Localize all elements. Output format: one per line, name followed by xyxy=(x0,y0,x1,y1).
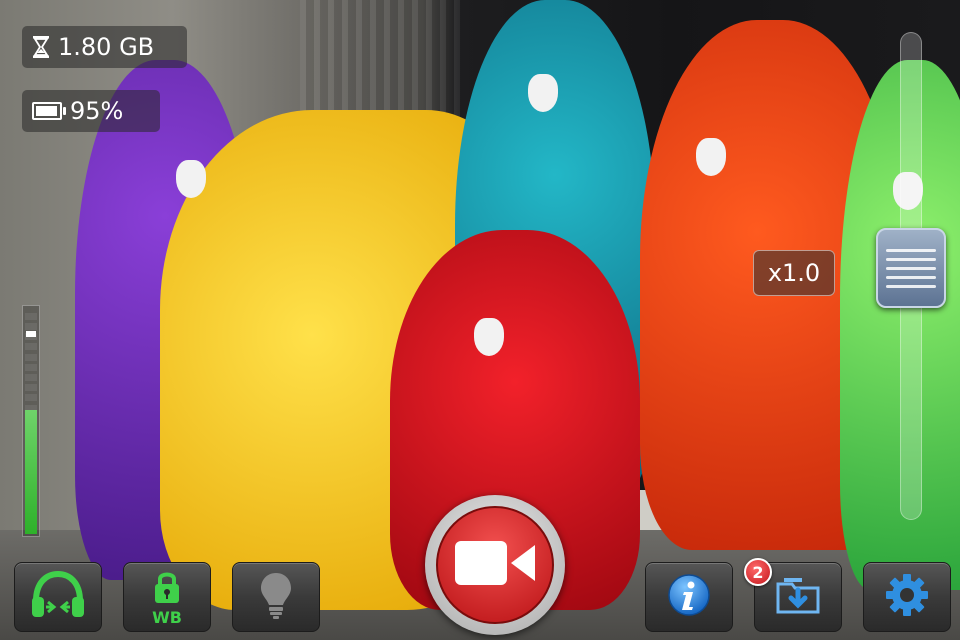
light-button[interactable] xyxy=(232,562,320,632)
info-icon xyxy=(667,573,711,621)
audio-peak-marker xyxy=(26,331,36,338)
gallery-count-badge: 2 xyxy=(744,558,772,586)
lock-icon xyxy=(152,569,182,609)
white-balance-lock-button[interactable]: WB xyxy=(123,562,211,632)
audio-meter-segment xyxy=(25,323,37,330)
thumb-grip-line xyxy=(886,266,936,270)
record-button-face xyxy=(436,506,554,624)
record-button[interactable] xyxy=(425,495,565,635)
audio-meter-segment xyxy=(25,384,37,392)
zoom-label: x1.0 xyxy=(753,250,835,296)
lightbulb-icon xyxy=(259,571,293,623)
hourglass-icon xyxy=(32,36,50,58)
mask xyxy=(474,318,504,356)
headphones-button[interactable] xyxy=(14,562,102,632)
info-button[interactable] xyxy=(645,562,733,632)
thumb-grip-line xyxy=(886,275,936,279)
audio-meter-segment xyxy=(25,363,37,371)
battery-text: 95% xyxy=(70,97,124,125)
headphones-icon xyxy=(28,569,88,625)
gear-icon xyxy=(884,572,930,622)
battery-indicator: 95% xyxy=(22,90,160,132)
mask xyxy=(696,138,726,176)
audio-level-fill xyxy=(25,409,37,534)
zoom-slider-thumb[interactable] xyxy=(876,228,946,308)
battery-fill xyxy=(36,106,57,116)
audio-meter-segment xyxy=(25,394,37,402)
audio-meter-segment xyxy=(25,312,37,320)
mask xyxy=(176,160,206,198)
video-camera-icon xyxy=(453,537,537,593)
wb-label: WB xyxy=(152,608,182,627)
thumb-grip-line xyxy=(886,284,936,288)
battery-icon xyxy=(32,102,66,120)
audio-meter-segment xyxy=(25,374,37,381)
thumb-grip-line xyxy=(886,257,936,261)
mask xyxy=(528,74,558,112)
thumb-grip-line xyxy=(886,248,936,252)
storage-indicator: 1.80 GB xyxy=(22,26,187,68)
folder-download-icon xyxy=(774,574,822,620)
audio-meter-segment xyxy=(25,353,37,361)
audio-level-meter xyxy=(22,305,40,537)
storage-text: 1.80 GB xyxy=(58,33,155,61)
audio-meter-segment xyxy=(25,343,37,351)
settings-button[interactable] xyxy=(863,562,951,632)
